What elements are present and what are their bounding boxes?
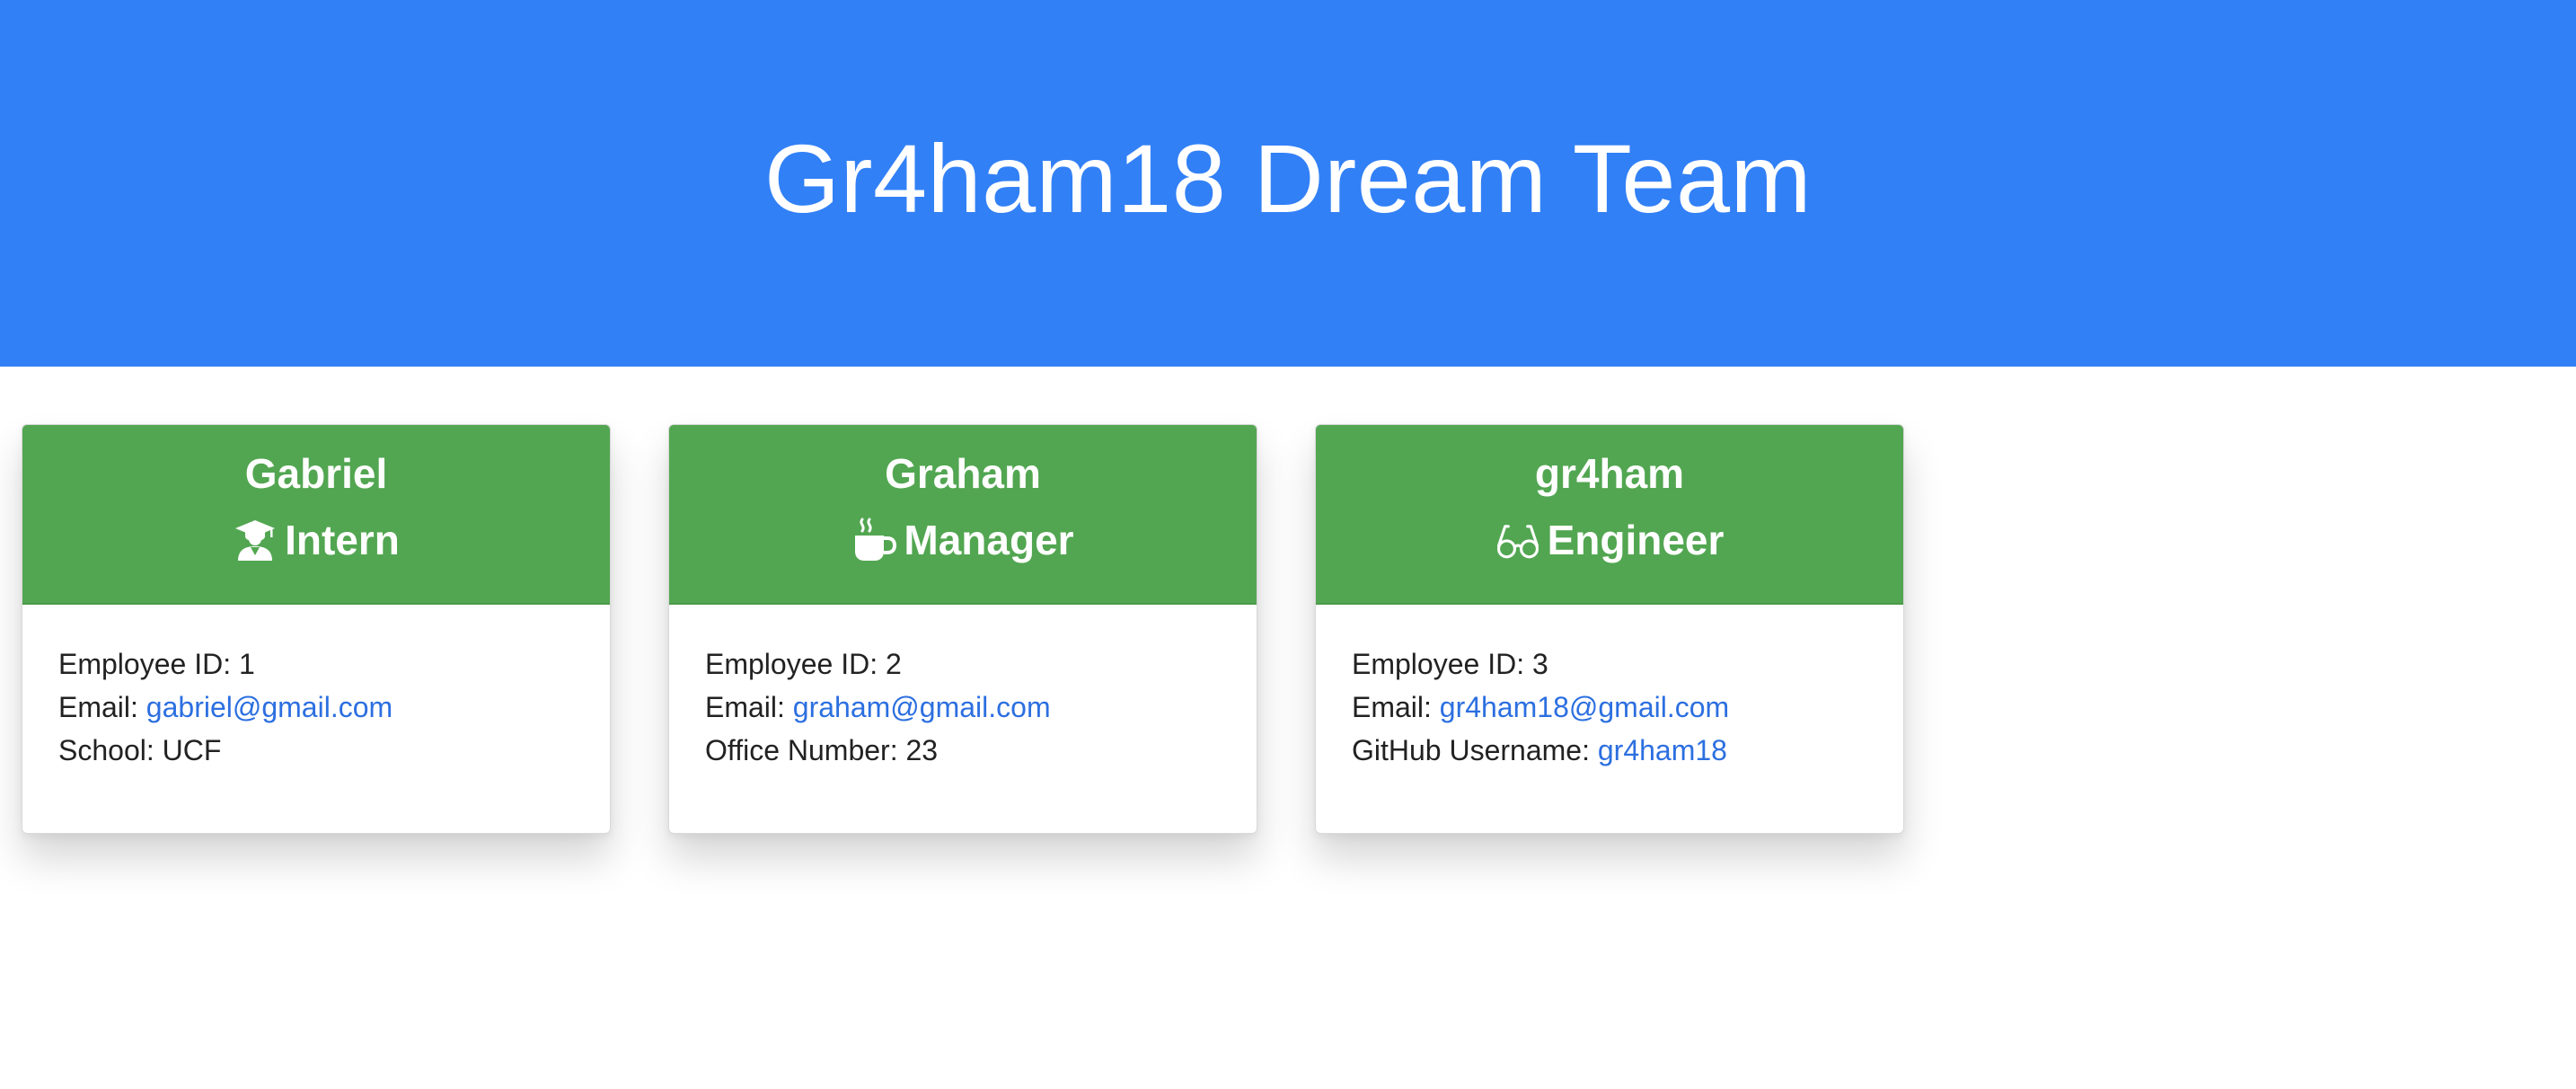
employee-id-row: Employee ID: 3 xyxy=(1352,642,1867,686)
graduate-icon xyxy=(233,518,278,562)
card-body: Employee ID: 1 Email: gabriel@gmail.com … xyxy=(22,605,610,772)
employee-id-value: 2 xyxy=(885,648,902,680)
email-row: Email: gr4ham18@gmail.com xyxy=(1352,686,1867,729)
role-label: Manager xyxy=(904,517,1074,563)
glasses-icon xyxy=(1495,518,1540,562)
email-label: Email: xyxy=(1352,691,1432,723)
email-link[interactable]: gabriel@gmail.com xyxy=(146,691,393,723)
email-row: Email: graham@gmail.com xyxy=(705,686,1221,729)
card-header: gr4ham Engineer xyxy=(1316,425,1903,605)
email-row: Email: gabriel@gmail.com xyxy=(58,686,574,729)
school-value: UCF xyxy=(162,734,222,766)
employee-id-label: Employee ID: xyxy=(58,648,232,680)
page-title: Gr4ham18 Dream Team xyxy=(764,123,1812,233)
employee-name: Graham xyxy=(885,450,1041,497)
employee-card-intern: Gabriel Intern Employee ID: 1 Email: gab… xyxy=(22,424,611,834)
employee-id-value: 3 xyxy=(1531,648,1548,680)
page-header: Gr4ham18 Dream Team xyxy=(0,0,2576,367)
email-label: Email: xyxy=(58,691,138,723)
employee-card-engineer: gr4ham Engineer Employee ID: 3 Email: gr… xyxy=(1315,424,1904,834)
email-link[interactable]: graham@gmail.com xyxy=(793,691,1051,723)
role-label: Engineer xyxy=(1547,517,1725,563)
employee-id-row: Employee ID: 1 xyxy=(58,642,574,686)
employee-role: Intern xyxy=(22,513,610,567)
role-label: Intern xyxy=(285,517,400,563)
email-link[interactable]: gr4ham18@gmail.com xyxy=(1440,691,1729,723)
school-label: School: xyxy=(58,734,154,766)
card-header: Graham Manager xyxy=(669,425,1257,605)
employee-name: Gabriel xyxy=(244,450,388,497)
coffee-mug-icon xyxy=(851,518,897,562)
employee-role: Manager xyxy=(669,513,1257,567)
office-number-row: Office Number: 23 xyxy=(705,729,1221,772)
card-body: Employee ID: 2 Email: graham@gmail.com O… xyxy=(669,605,1257,772)
employee-card-manager: Graham Manager Employee ID: 2 Email: gra… xyxy=(668,424,1257,834)
employee-id-value: 1 xyxy=(238,648,255,680)
office-number-label: Office Number: xyxy=(705,734,898,766)
card-body: Employee ID: 3 Email: gr4ham18@gmail.com… xyxy=(1316,605,1903,772)
employee-id-label: Employee ID: xyxy=(705,648,878,680)
github-label: GitHub Username: xyxy=(1352,734,1590,766)
employee-name: gr4ham xyxy=(1534,450,1685,497)
github-row: GitHub Username: gr4ham18 xyxy=(1352,729,1867,772)
employee-id-row: Employee ID: 2 xyxy=(705,642,1221,686)
email-label: Email: xyxy=(705,691,785,723)
school-row: School: UCF xyxy=(58,729,574,772)
card-header: Gabriel Intern xyxy=(22,425,610,605)
employee-id-label: Employee ID: xyxy=(1352,648,1525,680)
github-link[interactable]: gr4ham18 xyxy=(1598,734,1727,766)
office-number-value: 23 xyxy=(905,734,939,766)
employee-role: Engineer xyxy=(1316,513,1903,567)
